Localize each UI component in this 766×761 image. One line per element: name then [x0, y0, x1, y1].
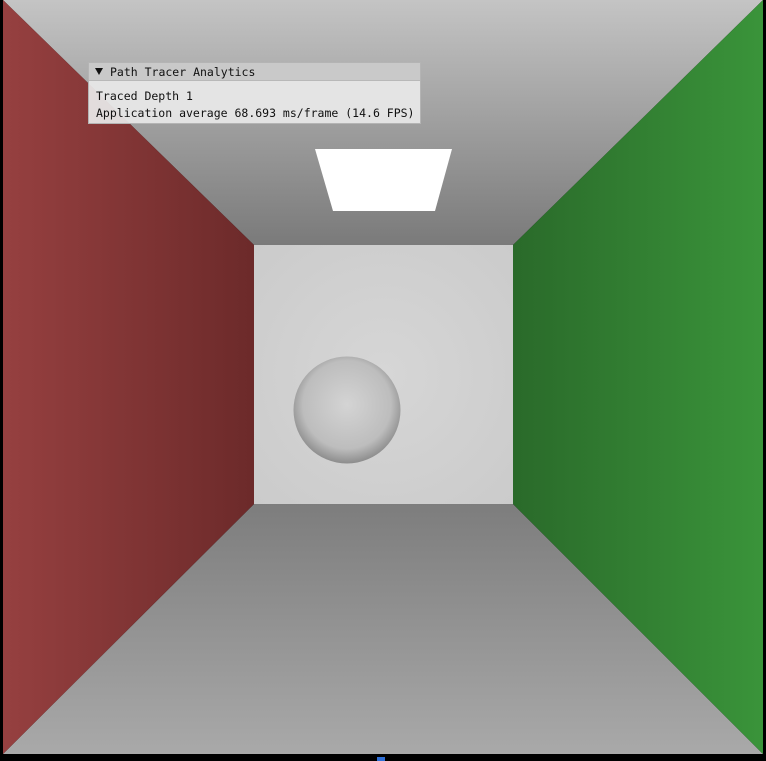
analytics-body: Traced Depth 1 Application average 68.69…	[89, 81, 420, 122]
analytics-window-title: Path Tracer Analytics	[110, 64, 256, 79]
traced-depth-text: Traced Depth 1	[96, 89, 193, 103]
analytics-window[interactable]: Path Tracer Analytics Traced Depth 1 App…	[88, 62, 421, 124]
bottom-marker	[377, 757, 385, 761]
sphere	[293, 356, 401, 464]
application-average-text: Application average 68.693 ms/frame (14.…	[96, 106, 415, 120]
ceiling-light	[315, 149, 452, 211]
analytics-titlebar[interactable]: Path Tracer Analytics	[89, 63, 420, 81]
triangle-down-icon[interactable]	[95, 68, 103, 75]
